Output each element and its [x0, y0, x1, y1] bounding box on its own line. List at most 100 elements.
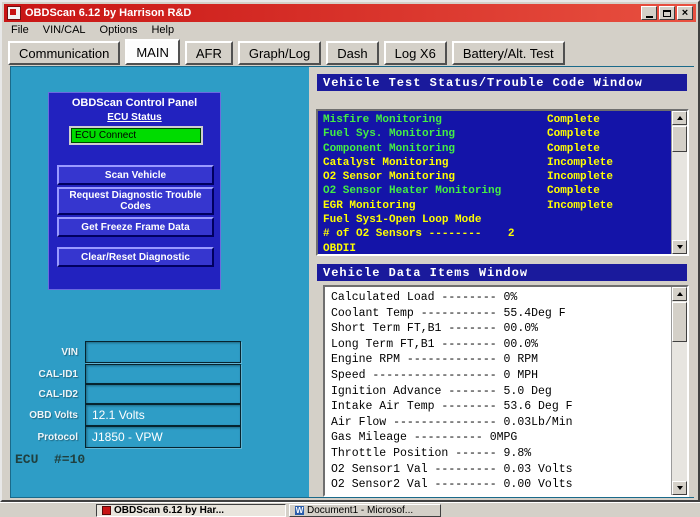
- test-status-row[interactable]: Fuel Sys1-Open Loop Mode: [323, 214, 671, 228]
- data-item-row[interactable]: Ignition Advance ------- 5.0 Deg: [331, 385, 671, 401]
- monitor-status: Incomplete: [547, 157, 613, 169]
- obdscan-control-panel: OBDScan Control Panel ECU Status ECU Con…: [48, 92, 221, 290]
- test-status-row[interactable]: Misfire MonitoringComplete: [323, 114, 671, 128]
- scroll-up-button[interactable]: [672, 111, 687, 125]
- get-freeze-frame-data-button[interactable]: Get Freeze Frame Data: [57, 217, 214, 237]
- monitor-name: Misfire Monitoring: [323, 114, 547, 126]
- tab-main[interactable]: MAIN: [125, 39, 180, 65]
- scan-vehicle-button[interactable]: Scan Vehicle: [57, 165, 214, 185]
- tab-dash[interactable]: Dash: [326, 41, 378, 65]
- cal-id1-field[interactable]: [85, 364, 241, 384]
- data-item-row[interactable]: Long Term FT,B1 -------- 00.0%: [331, 338, 671, 354]
- taskbar-button-obdscan-6-12-by-har[interactable]: OBDScan 6.12 by Har...: [96, 504, 286, 517]
- menu-item-options[interactable]: Options: [93, 24, 145, 36]
- word-icon: W: [295, 506, 304, 515]
- taskbar-button-label: Document1 - Microsof...: [307, 505, 413, 516]
- scroll-down-button[interactable]: [672, 481, 687, 495]
- data-item-row[interactable]: Gas Mileage ---------- 0MPG: [331, 431, 671, 447]
- close-icon: ×: [682, 8, 688, 19]
- data-item-row[interactable]: Short Term FT,B1 ------- 00.0%: [331, 322, 671, 338]
- cal-id2-field[interactable]: [85, 384, 241, 404]
- vin-row: VIN: [11, 341, 241, 363]
- data-item-row[interactable]: Engine RPM ------------- 0 RPM: [331, 353, 671, 369]
- right-panel: Vehicle Test Status/Trouble Code Window …: [309, 67, 695, 497]
- test-status-row[interactable]: # of O2 Sensors -------- 2: [323, 228, 671, 242]
- minimize-icon: [646, 16, 653, 18]
- test-status-row[interactable]: Fuel Sys. MonitoringComplete: [323, 128, 671, 142]
- data-item-row[interactable]: Air Flow --------------- 0.03Lb/Min: [331, 416, 671, 432]
- monitor-name: EGR Monitoring: [323, 200, 547, 212]
- tab-communication[interactable]: Communication: [8, 41, 120, 65]
- data-item-row[interactable]: Calculated Load -------- 0%: [331, 291, 671, 307]
- test-status-listbox: Misfire MonitoringCompleteFuel Sys. Moni…: [316, 109, 689, 256]
- test-status-row[interactable]: Component MonitoringComplete: [323, 143, 671, 157]
- menu-item-file[interactable]: File: [4, 24, 36, 36]
- close-button[interactable]: ×: [677, 6, 693, 20]
- minimize-button[interactable]: [641, 6, 657, 20]
- tab-graph-log[interactable]: Graph/Log: [238, 41, 321, 65]
- data-item-row[interactable]: Coolant Temp ----------- 55.4Deg F: [331, 307, 671, 323]
- tab-log-x6[interactable]: Log X6: [384, 41, 447, 65]
- cal-id2-row: CAL-ID2: [11, 384, 241, 404]
- test-status-list: Misfire MonitoringCompleteFuel Sys. Moni…: [318, 111, 671, 254]
- window-title: OBDScan 6.12 by Harrison R&D: [25, 7, 639, 19]
- scroll-down-button[interactable]: [672, 240, 687, 254]
- scrollbar-thumb[interactable]: [672, 126, 687, 152]
- protocol-label: Protocol: [11, 432, 85, 443]
- scroll-up-button[interactable]: [672, 287, 687, 301]
- test-status-row[interactable]: OBDII: [323, 243, 671, 254]
- request-diagnostic-trouble-codes-button[interactable]: Request Diagnostic Trouble Codes: [57, 187, 214, 215]
- data-item-row[interactable]: Throttle Position ------ 9.8%: [331, 447, 671, 463]
- data-item-row[interactable]: O2 Sensor1 Val --------- 0.03 Volts: [331, 463, 671, 479]
- maximize-button[interactable]: [659, 6, 675, 20]
- test-status-row[interactable]: O2 Sensor MonitoringIncomplete: [323, 171, 671, 185]
- clear-reset-diagnostic-button[interactable]: Clear/Reset Diagnostic: [57, 247, 214, 267]
- app-icon: [7, 6, 21, 20]
- monitor-status: Incomplete: [547, 200, 613, 212]
- data-items-scrollbar[interactable]: [671, 287, 687, 495]
- scrollbar-thumb[interactable]: [672, 302, 687, 342]
- ecu-status-label: ECU Status: [49, 112, 220, 123]
- app-window: OBDScan 6.12 by Harrison R&D × FileVIN/C…: [0, 0, 700, 502]
- vin-field[interactable]: [85, 341, 241, 363]
- monitor-status: Complete: [547, 185, 600, 197]
- arrow-up-icon: [677, 116, 683, 120]
- test-status-row[interactable]: O2 Sensor Heater MonitoringComplete: [323, 185, 671, 199]
- cal-id1-label: CAL-ID1: [11, 369, 85, 380]
- vin-label: VIN: [11, 347, 85, 358]
- monitor-name: Component Monitoring: [323, 143, 547, 155]
- ecu-number-text: ECU #=10: [15, 452, 85, 467]
- arrow-down-icon: [677, 245, 683, 249]
- taskbar: OBDScan 6.12 by Har... WDocument1 - Micro…: [0, 502, 700, 517]
- data-items-window-title: Vehicle Data Items Window: [317, 264, 687, 281]
- menu-item-vin-cal[interactable]: VIN/CAL: [36, 24, 93, 36]
- obd-volts-field[interactable]: 12.1 Volts: [85, 404, 241, 426]
- monitor-name: O2 Sensor Monitoring: [323, 171, 547, 183]
- obd-volts-label: OBD Volts: [11, 410, 85, 421]
- obdscan-icon: [102, 506, 111, 515]
- monitor-name: OBDII: [323, 243, 547, 254]
- data-item-row[interactable]: Intake Air Temp -------- 53.6 Deg F: [331, 400, 671, 416]
- protocol-field[interactable]: J1850 - VPW: [85, 426, 241, 448]
- tab-afr[interactable]: AFR: [185, 41, 233, 65]
- menu-item-help[interactable]: Help: [144, 24, 181, 36]
- data-item-row[interactable]: O2 Sensor2 Val --------- 0.00 Volts: [331, 478, 671, 494]
- data-item-row[interactable]: Speed ------------------ 0 MPH: [331, 369, 671, 385]
- taskbar-button-label: OBDScan 6.12 by Har...: [114, 505, 224, 516]
- taskbar-button-document1-microsof[interactable]: WDocument1 - Microsof...: [289, 504, 441, 517]
- arrow-down-icon: [677, 486, 683, 490]
- cal-id2-label: CAL-ID2: [11, 389, 85, 400]
- desktop: OBDScan 6.12 by Harrison R&D × FileVIN/C…: [0, 0, 700, 517]
- monitor-name: Fuel Sys1-Open Loop Mode: [323, 214, 547, 226]
- monitor-status: Complete: [547, 128, 600, 140]
- ecu-status-value: ECU Connect: [71, 128, 201, 143]
- data-items-listbox: Calculated Load -------- 0%Coolant Temp …: [323, 285, 689, 497]
- monitor-name: O2 Sensor Heater Monitoring: [323, 185, 547, 197]
- arrow-up-icon: [677, 292, 683, 296]
- monitor-status: Complete: [547, 143, 600, 155]
- client-area: OBDScan Control Panel ECU Status ECU Con…: [10, 66, 694, 498]
- tab-battery-alt-test[interactable]: Battery/Alt. Test: [452, 41, 565, 65]
- test-status-scrollbar[interactable]: [671, 111, 687, 254]
- test-status-row[interactable]: EGR MonitoringIncomplete: [323, 200, 671, 214]
- test-status-row[interactable]: Catalyst MonitoringIncomplete: [323, 157, 671, 171]
